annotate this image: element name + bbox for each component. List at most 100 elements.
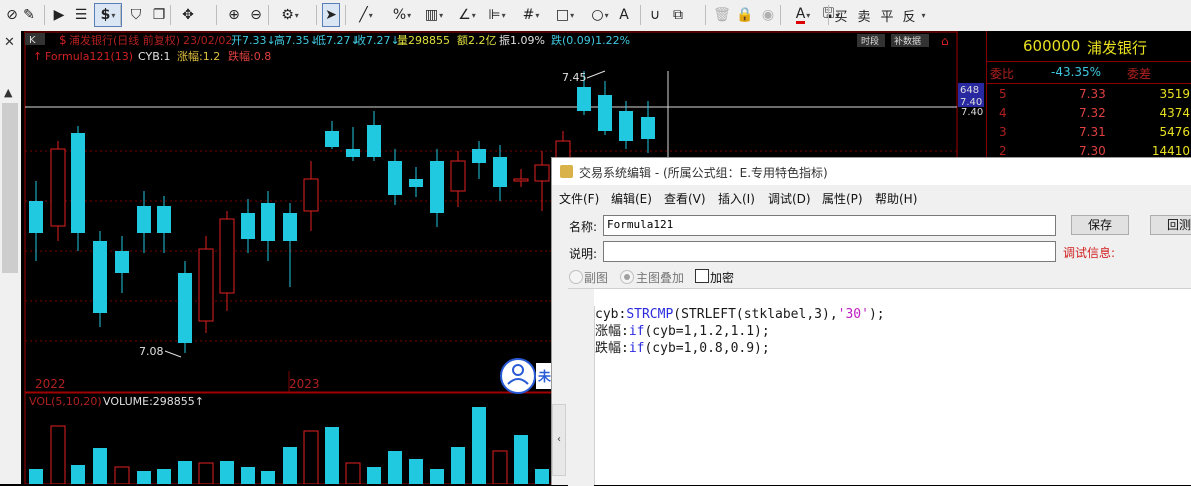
magnet-icon[interactable]: ∪ bbox=[646, 3, 664, 27]
menu-file[interactable]: 文件(F) bbox=[559, 190, 599, 207]
close-pane-icon[interactable]: ⌂ bbox=[941, 34, 949, 48]
radio-sub-chart[interactable] bbox=[569, 270, 583, 284]
dollar-icon[interactable]: $ ▾ bbox=[94, 3, 122, 27]
radio-main-overlay[interactable] bbox=[620, 270, 634, 284]
save-button[interactable]: 保存 bbox=[1071, 215, 1129, 235]
order-level-volume: 4374 bbox=[1159, 106, 1190, 120]
settings-icon[interactable]: ⚙ ▾ bbox=[276, 3, 304, 27]
cursor-icon[interactable]: ➤ bbox=[322, 3, 340, 27]
weibi-label: 委比 bbox=[990, 67, 1015, 81]
candle-body bbox=[493, 157, 507, 187]
price-tag-1: 648 bbox=[960, 85, 979, 96]
candle-body bbox=[198, 248, 214, 322]
copy-icon[interactable]: ⧉ bbox=[669, 3, 687, 27]
circle-icon[interactable]: ○ ▾ bbox=[586, 3, 614, 27]
volume-bar bbox=[283, 447, 297, 484]
supplement-button[interactable]: 补数据 bbox=[894, 35, 921, 47]
order-level-volume: 3519 bbox=[1159, 87, 1190, 101]
move-icon[interactable]: ✥ bbox=[179, 3, 197, 27]
close-icon[interactable]: ✕ bbox=[4, 35, 15, 50]
candle-body bbox=[367, 125, 381, 157]
candle-body bbox=[178, 273, 192, 343]
code-line-3: 跌幅:if(cyb=1,0.8,0.9); bbox=[595, 341, 770, 356]
edit-icon[interactable]: ✎ bbox=[20, 3, 38, 27]
grid-icon[interactable]: # ▾ bbox=[517, 3, 545, 27]
volume-bar bbox=[220, 461, 234, 484]
dialog-titlebar[interactable]: 交易系统编辑 - (所属公式组：E.专用特色指标) bbox=[552, 158, 1191, 185]
volume-bar bbox=[178, 461, 192, 484]
order-level-row[interactable]: 3 7.31 5476 bbox=[987, 123, 1191, 142]
candle-body bbox=[430, 161, 444, 213]
volume-title: VOL(5,10,20) bbox=[29, 395, 102, 408]
low-label: 7.08 bbox=[139, 345, 164, 358]
play-icon[interactable]: ▶ bbox=[50, 3, 68, 27]
left-scroll-strip: ✕ ▲ bbox=[0, 31, 22, 484]
filter-icon[interactable]: ⛉ bbox=[127, 3, 145, 27]
layers-icon[interactable]: ❐ bbox=[150, 3, 168, 27]
menu-help[interactable]: 帮助(H) bbox=[875, 190, 917, 207]
volume-bar bbox=[303, 430, 319, 484]
encrypt-checkbox[interactable] bbox=[695, 269, 709, 283]
volume-bar bbox=[157, 469, 171, 484]
font-color-icon[interactable]: A ▾ bbox=[789, 3, 817, 27]
candle-body bbox=[157, 206, 171, 233]
order-level-row[interactable]: 4 7.32 4374 bbox=[987, 104, 1191, 123]
candle-body bbox=[137, 206, 151, 233]
delete-icon[interactable]: 🗑 bbox=[713, 3, 731, 27]
arrow-up-icon: ↑ bbox=[33, 50, 42, 63]
pointer-mode-icon[interactable]: ⊘ bbox=[3, 3, 21, 27]
zoom-in-icon[interactable]: ⊕ bbox=[225, 3, 243, 27]
candle-body bbox=[50, 148, 66, 227]
menu-insert[interactable]: 插入(I) bbox=[718, 190, 755, 207]
scroll-up-icon[interactable]: ▲ bbox=[4, 86, 12, 99]
name-label: 名称: bbox=[569, 220, 598, 234]
order-level-index: 5 bbox=[999, 87, 1007, 101]
formula-name: Formula121(13) bbox=[45, 50, 133, 63]
volume-bar bbox=[535, 469, 549, 484]
align-icon[interactable]: ⊫ ▾ bbox=[483, 3, 511, 27]
percent-icon[interactable]: % ▾ bbox=[388, 3, 416, 27]
code-editor[interactable]: cyb:STRCMP(STRLEFT(stklabel,3),'30'); 涨幅… bbox=[594, 306, 1191, 485]
text-icon[interactable]: A bbox=[615, 3, 633, 27]
name-input[interactable]: Formula121 bbox=[603, 215, 1056, 236]
header-change: 跌(0.09)1.22% bbox=[551, 33, 630, 47]
candle-body bbox=[619, 111, 633, 141]
ruler-icon[interactable]: ▥ ▾ bbox=[420, 3, 448, 27]
buy-button[interactable]: 买 bbox=[832, 3, 850, 27]
menu-properties[interactable]: 属性(P) bbox=[822, 190, 863, 207]
volume-bar bbox=[93, 448, 107, 484]
report-icon[interactable]: ☰ bbox=[72, 3, 90, 27]
candle-body bbox=[472, 149, 486, 163]
dialog-menubar: 文件(F) 编辑(E) 查看(V) 插入(I) 调试(D) 属性(P) 帮助(H) bbox=[552, 186, 1191, 208]
gutter-collapse-icon[interactable]: ‹ bbox=[552, 404, 566, 476]
order-level-price: 7.32 bbox=[1079, 106, 1106, 120]
encrypt-label: 加密 bbox=[710, 271, 735, 285]
menu-view[interactable]: 查看(V) bbox=[664, 190, 706, 207]
axis-year-2022: 2022 bbox=[35, 377, 66, 391]
code-line-1: cyb:STRCMP(STRLEFT(stklabel,3),'30'); bbox=[595, 307, 885, 322]
dollar-icon: $ bbox=[59, 33, 67, 47]
candle-body bbox=[388, 161, 402, 195]
toolbar-more-icon[interactable]: ▾ bbox=[918, 3, 928, 27]
reverse-button[interactable]: 反 bbox=[900, 3, 918, 27]
scroll-thumb[interactable] bbox=[2, 103, 18, 273]
period-tag[interactable]: K bbox=[29, 35, 36, 46]
angle-icon[interactable]: ∠ ▾ bbox=[453, 3, 481, 27]
order-level-row[interactable]: 5 7.33 3519 bbox=[987, 85, 1191, 104]
desc-input[interactable] bbox=[603, 241, 1056, 262]
close-position-button[interactable]: 平 bbox=[878, 3, 896, 27]
lock-icon[interactable]: 🔒 bbox=[736, 3, 754, 27]
volume-bar bbox=[409, 459, 423, 484]
line-tool-icon[interactable]: ╱ ▾ bbox=[352, 3, 380, 27]
eye-icon[interactable]: ◉ bbox=[759, 3, 777, 27]
float-assistant-text[interactable]: 未 bbox=[537, 369, 552, 385]
candle-body bbox=[409, 179, 423, 187]
menu-edit[interactable]: 编辑(E) bbox=[611, 190, 652, 207]
app-icon bbox=[560, 165, 573, 178]
zoom-out-icon[interactable]: ⊖ bbox=[247, 3, 265, 27]
rectangle-icon[interactable]: □ ▾ bbox=[551, 3, 579, 27]
sell-button[interactable]: 卖 bbox=[855, 3, 873, 27]
time-button[interactable]: 时段 bbox=[861, 35, 879, 47]
backtest-button[interactable]: 回测 bbox=[1150, 215, 1191, 235]
menu-debug[interactable]: 调试(D) bbox=[768, 190, 811, 207]
